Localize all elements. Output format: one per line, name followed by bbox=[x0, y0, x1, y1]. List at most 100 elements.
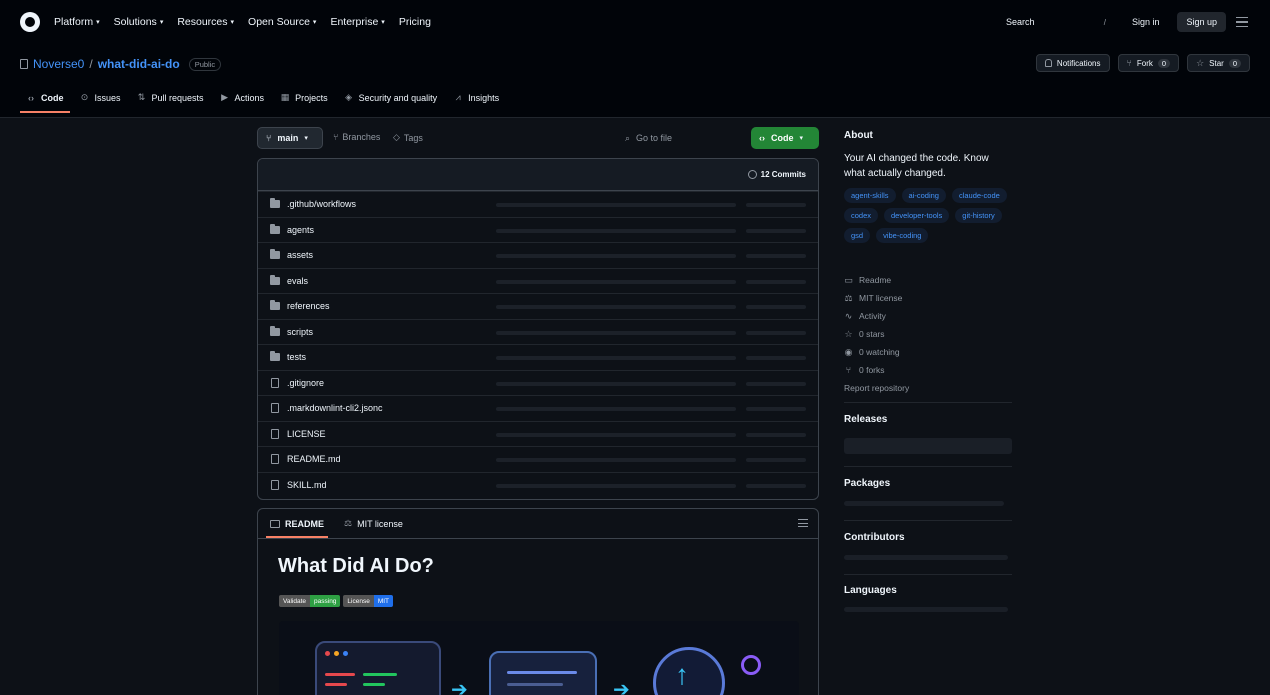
topic-tag[interactable]: developer-tools bbox=[884, 208, 950, 223]
table-row[interactable]: .github/workflows bbox=[258, 191, 818, 217]
repo-separator: / bbox=[89, 57, 93, 71]
nav-solutions[interactable]: Solutions ▾ bbox=[114, 16, 164, 28]
activity-link[interactable]: ∿ Activity bbox=[844, 307, 909, 325]
loading-placeholder bbox=[496, 305, 736, 309]
file-name[interactable]: README.md bbox=[287, 454, 341, 464]
loading-placeholder bbox=[496, 330, 736, 335]
license-badge[interactable]: License MIT bbox=[343, 595, 394, 607]
git-branch-icon: ⑂ bbox=[266, 133, 272, 143]
topic-tag[interactable]: codex bbox=[844, 208, 879, 223]
nav-platform[interactable]: Platform ▾ bbox=[54, 16, 100, 28]
forks-link[interactable]: ⑂ 0 forks bbox=[844, 361, 909, 379]
file-name[interactable]: tests bbox=[287, 352, 306, 362]
search-label: Search bbox=[1005, 17, 1035, 27]
star-button[interactable]: ☆ Star 0 bbox=[1187, 54, 1250, 72]
branch-selector[interactable]: ⑂ main ▾ bbox=[257, 127, 323, 149]
loading-placeholder bbox=[496, 228, 736, 233]
nav-pricing[interactable]: Pricing bbox=[399, 16, 431, 28]
badges: Validate passing License MIT bbox=[279, 595, 394, 607]
file-name[interactable]: SKILL.md bbox=[287, 480, 327, 490]
branches-link[interactable]: ⑂ Branches bbox=[333, 132, 380, 142]
file-name[interactable]: references bbox=[287, 301, 330, 311]
contributors-heading[interactable]: Contributors bbox=[844, 532, 905, 543]
tab-actions[interactable]: ▶ Actions bbox=[214, 88, 271, 113]
topic-tag[interactable]: agent-skills bbox=[844, 188, 896, 203]
code-button[interactable]: ‹› Code ▾ bbox=[751, 127, 819, 149]
file-name[interactable]: .markdownlint-cli2.jsonc bbox=[287, 403, 383, 413]
fork-button[interactable]: ⑂ Fork 0 bbox=[1117, 54, 1180, 72]
nav-enterprise[interactable]: Enterprise ▾ bbox=[330, 16, 384, 28]
loading-placeholder bbox=[746, 407, 806, 411]
search-input[interactable]: Search / bbox=[998, 12, 1114, 32]
repo-tabs: ‹› Code ⊙ Issues ⇅ Pull requests ▶ Actions ▦… bbox=[20, 88, 505, 113]
tab-readme[interactable]: README bbox=[266, 511, 329, 538]
pulse-icon: ∿ bbox=[844, 310, 853, 321]
table-row[interactable]: .gitignore bbox=[258, 369, 818, 396]
repo-owner-link[interactable]: Noverse0 bbox=[33, 57, 84, 71]
tab-license[interactable]: ⚖ MIT license bbox=[340, 510, 407, 537]
repo-title: Noverse0 / what-did-ai-do Public bbox=[20, 57, 222, 71]
watchers-link[interactable]: ◉ 0 watching bbox=[844, 343, 909, 361]
file-icon bbox=[271, 454, 279, 465]
file-name[interactable]: evals bbox=[287, 276, 308, 286]
readme-link[interactable]: ▭ Readme bbox=[844, 271, 909, 289]
repo-name-link[interactable]: what-did-ai-do bbox=[98, 57, 180, 71]
menu-icon[interactable] bbox=[1236, 17, 1248, 27]
tab-pull-requests[interactable]: ⇅ Pull requests bbox=[131, 88, 210, 113]
table-row[interactable]: scripts bbox=[258, 318, 818, 345]
topic-tag[interactable]: ai-coding bbox=[901, 188, 946, 203]
file-name[interactable]: .gitignore bbox=[287, 378, 324, 388]
table-row[interactable]: SKILL.md bbox=[258, 471, 818, 498]
tab-security[interactable]: ◈ Security and quality bbox=[338, 88, 444, 113]
loading-placeholder bbox=[496, 432, 736, 437]
license-link[interactable]: ⚖ MIT license bbox=[844, 289, 909, 307]
table-row[interactable]: .markdownlint-cli2.jsonc bbox=[258, 395, 818, 421]
file-icon bbox=[271, 428, 279, 439]
tab-insights[interactable]: ⩘ Insights bbox=[447, 88, 505, 113]
file-name[interactable]: LICENSE bbox=[287, 429, 326, 439]
tab-projects[interactable]: ▦ Projects bbox=[274, 88, 334, 113]
tab-issues[interactable]: ⊙ Issues bbox=[74, 88, 127, 113]
file-name[interactable]: assets bbox=[287, 250, 313, 260]
topic-tag[interactable]: vibe-coding bbox=[876, 228, 929, 243]
file-name[interactable]: agents bbox=[287, 225, 314, 235]
chevron-down-icon: ▾ bbox=[96, 19, 100, 26]
table-row[interactable]: tests bbox=[258, 344, 818, 370]
topic-tag[interactable]: gsd bbox=[844, 228, 871, 243]
tab-code[interactable]: ‹› Code bbox=[20, 88, 70, 113]
fork-icon: ⑂ bbox=[1126, 58, 1132, 68]
github-logo-icon[interactable] bbox=[20, 12, 40, 32]
loading-placeholder bbox=[746, 381, 806, 386]
go-to-file-input[interactable]: ⌕ Go to file bbox=[617, 127, 745, 149]
nav-open-source[interactable]: Open Source ▾ bbox=[248, 16, 316, 28]
table-row[interactable]: LICENSE bbox=[258, 420, 818, 447]
loading-placeholder bbox=[746, 228, 806, 233]
nav-resources[interactable]: Resources ▾ bbox=[177, 16, 234, 28]
loading-placeholder bbox=[746, 483, 806, 488]
readme-tabs: README ⚖ MIT license bbox=[258, 509, 818, 539]
file-icon bbox=[271, 479, 279, 490]
fork-count: 0 bbox=[1157, 58, 1171, 68]
packages-heading[interactable]: Packages bbox=[844, 478, 890, 489]
table-row[interactable]: assets bbox=[258, 242, 818, 268]
validate-badge[interactable]: Validate passing bbox=[279, 595, 341, 607]
file-name[interactable]: .github/workflows bbox=[287, 199, 356, 209]
table-row[interactable]: agents bbox=[258, 216, 818, 243]
folder-icon bbox=[270, 274, 280, 285]
sign-up-button[interactable]: Sign up bbox=[1177, 12, 1226, 32]
table-row[interactable]: README.md bbox=[258, 446, 818, 472]
stars-link[interactable]: ☆ 0 stars bbox=[844, 325, 909, 343]
notifications-button[interactable]: Notifications bbox=[1035, 54, 1110, 72]
file-name[interactable]: scripts bbox=[287, 327, 313, 337]
topic-tag[interactable]: claude-code bbox=[951, 188, 1007, 203]
tags-link[interactable]: ◇ Tags bbox=[393, 132, 423, 143]
commits-link[interactable]: 12 Commits bbox=[747, 170, 806, 179]
table-row[interactable]: references bbox=[258, 293, 818, 319]
latest-commit-bar: 12 Commits bbox=[258, 159, 818, 191]
table-row[interactable]: evals bbox=[258, 267, 818, 294]
releases-heading[interactable]: Releases bbox=[844, 414, 887, 425]
report-repository-link[interactable]: Report repository bbox=[844, 379, 909, 397]
outline-list-icon[interactable] bbox=[798, 519, 808, 527]
topic-tag[interactable]: git-history bbox=[955, 208, 1002, 223]
sign-in-link[interactable]: Sign in bbox=[1124, 13, 1168, 31]
